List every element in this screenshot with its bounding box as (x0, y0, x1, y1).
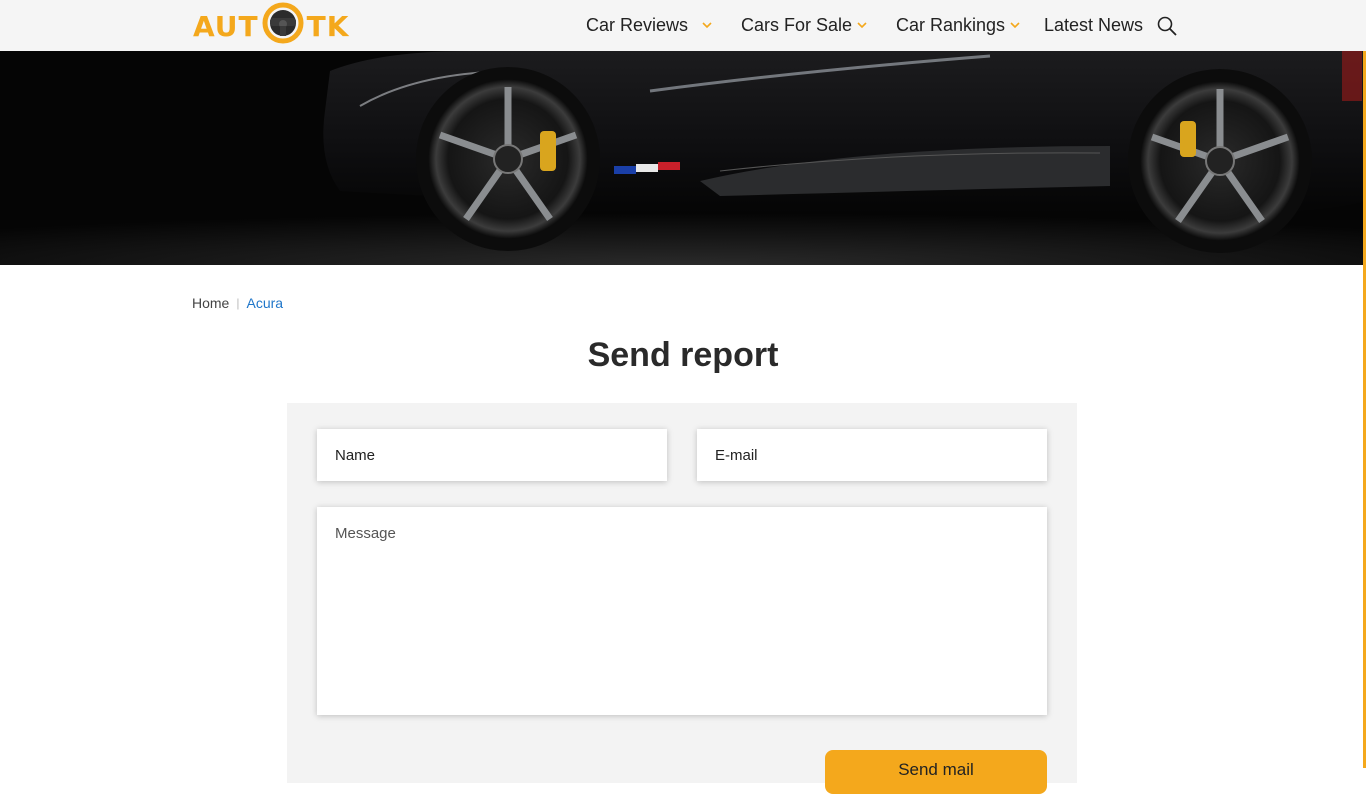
hero-car-image (0, 51, 1366, 265)
name-field[interactable] (317, 429, 667, 481)
report-form: Send mail (287, 403, 1077, 794)
message-field[interactable] (317, 507, 1047, 715)
nav-item-label: Cars For Sale (741, 15, 853, 35)
site-header: AUT TK Car Reviews Cars For Sale Car Ran… (0, 0, 1366, 51)
breadcrumb-separator: | (236, 296, 240, 310)
nav-item-latest-news[interactable]: Latest News (1044, 0, 1143, 51)
nav-item-car-rankings[interactable]: Car Rankings (896, 0, 1020, 51)
chevron-down-icon (1010, 22, 1020, 29)
page-title: Send report (587, 336, 779, 374)
main-nav: Car Reviews Cars For Sale Car Rankings L… (0, 0, 1366, 51)
breadcrumb: Home | Acura (192, 295, 283, 311)
chevron-down-icon (857, 22, 867, 29)
breadcrumb-home[interactable]: Home (192, 295, 229, 311)
nav-item-label: Car Reviews (586, 15, 689, 35)
nav-item-label: Latest News (1044, 15, 1144, 35)
nav-item-label: Car Rankings (896, 15, 1006, 35)
breadcrumb-current[interactable]: Acura (246, 295, 283, 311)
chevron-down-icon (702, 22, 712, 29)
search-icon[interactable] (1157, 16, 1177, 36)
nav-item-cars-for-sale[interactable]: Cars For Sale (741, 0, 867, 51)
nav-item-car-reviews[interactable]: Car Reviews (586, 0, 712, 51)
send-mail-button[interactable]: Send mail (825, 750, 1047, 794)
email-field[interactable] (697, 429, 1047, 481)
